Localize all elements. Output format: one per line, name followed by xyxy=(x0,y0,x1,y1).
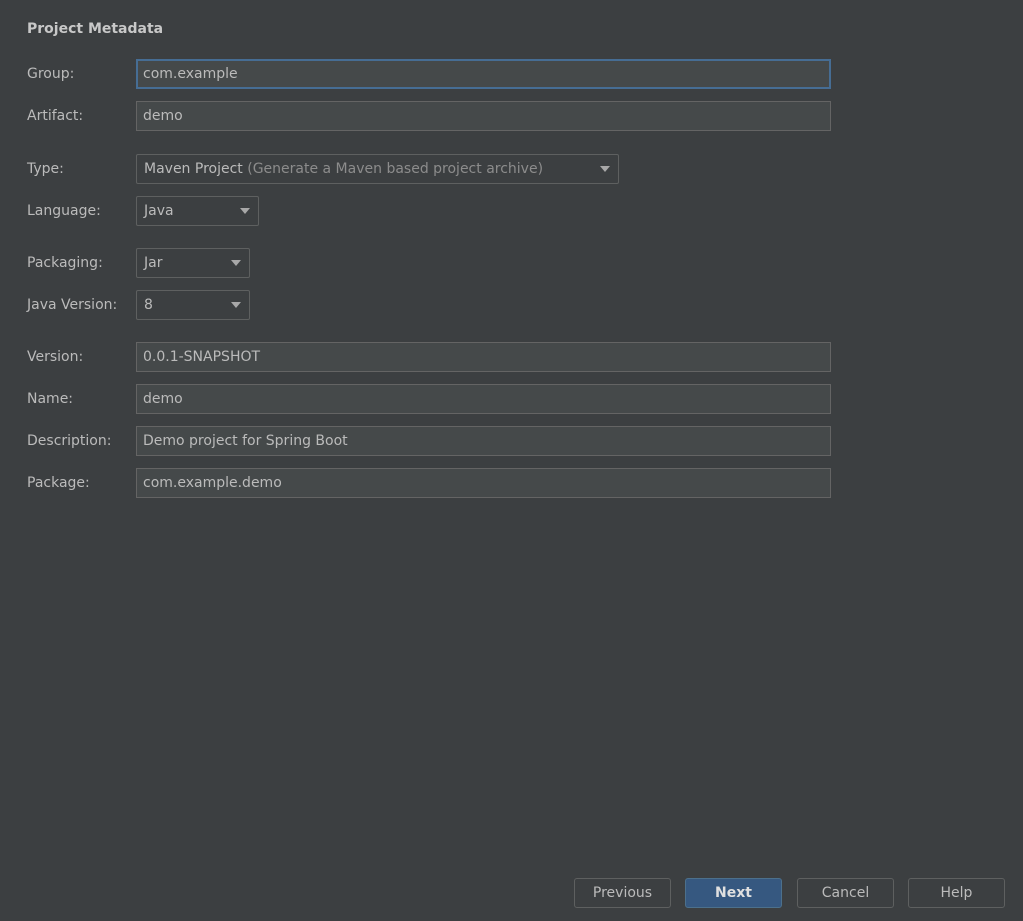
description-field[interactable]: Demo project for Spring Boot xyxy=(136,426,831,456)
chevron-down-icon xyxy=(600,166,610,172)
java-version-label: Java Version: xyxy=(27,297,118,313)
cancel-button[interactable]: Cancel xyxy=(797,878,894,908)
language-label: Language: xyxy=(27,203,101,219)
help-button[interactable]: Help xyxy=(908,878,1005,908)
type-label: Type: xyxy=(27,161,64,177)
artifact-field[interactable]: demo xyxy=(136,101,831,131)
packaging-label: Packaging: xyxy=(27,255,103,271)
name-field[interactable]: demo xyxy=(136,384,831,414)
type-hint: (Generate a Maven based project archive) xyxy=(247,161,544,177)
chevron-down-icon xyxy=(240,208,250,214)
chevron-down-icon xyxy=(231,260,241,266)
artifact-label: Artifact: xyxy=(27,108,84,124)
packaging-dropdown[interactable]: Jar xyxy=(136,248,250,278)
language-dropdown[interactable]: Java xyxy=(136,196,259,226)
group-label: Group: xyxy=(27,66,75,82)
type-value: Maven Project xyxy=(144,161,243,177)
previous-button[interactable]: Previous xyxy=(574,878,671,908)
package-field[interactable]: com.example.demo xyxy=(136,468,831,498)
name-label: Name: xyxy=(27,391,74,407)
version-field[interactable]: 0.0.1-SNAPSHOT xyxy=(136,342,831,372)
package-label: Package: xyxy=(27,475,90,491)
packaging-value: Jar xyxy=(144,255,163,271)
section-title: Project Metadata xyxy=(27,21,164,37)
new-project-dialog: Project Metadata Group: com.example Arti… xyxy=(0,0,1023,921)
next-button[interactable]: Next xyxy=(685,878,782,908)
chevron-down-icon xyxy=(231,302,241,308)
language-value: Java xyxy=(144,203,174,219)
type-dropdown[interactable]: Maven Project (Generate a Maven based pr… xyxy=(136,154,619,184)
group-field[interactable]: com.example xyxy=(136,59,831,89)
version-label: Version: xyxy=(27,349,84,365)
description-label: Description: xyxy=(27,433,112,449)
java-version-value: 8 xyxy=(144,297,153,313)
java-version-dropdown[interactable]: 8 xyxy=(136,290,250,320)
